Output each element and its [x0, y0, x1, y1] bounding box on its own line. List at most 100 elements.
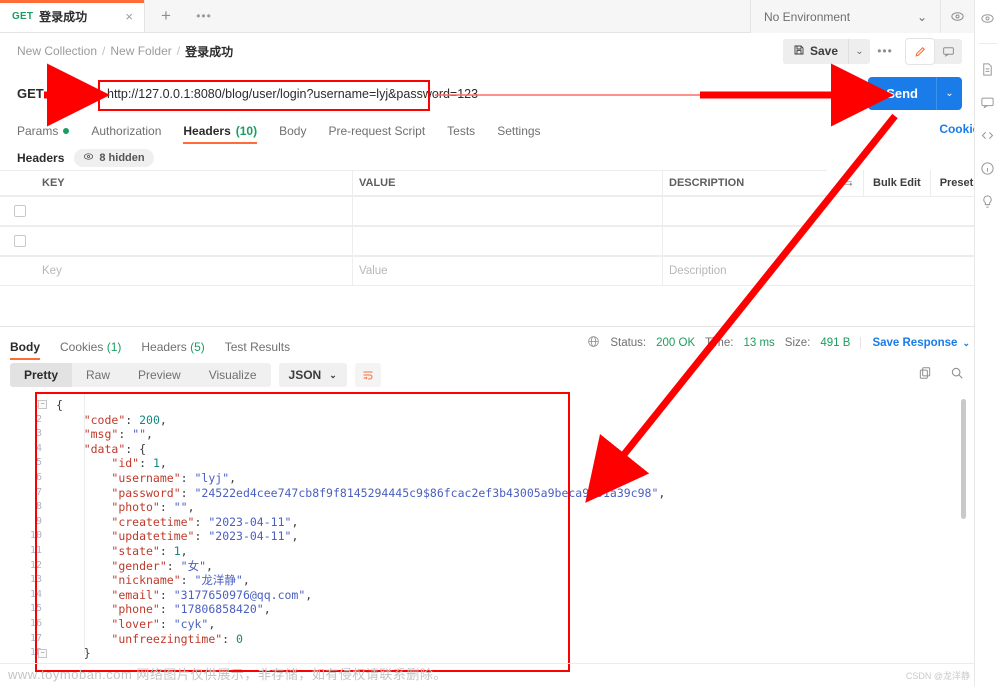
- response-body-code[interactable]: { "code": 200, "msg": "", "data": { "id"…: [56, 398, 954, 661]
- table-row[interactable]: [0, 226, 974, 256]
- response-scrollbar[interactable]: [961, 399, 966, 519]
- tab-settings[interactable]: Settings: [497, 124, 540, 144]
- postman-window: GET 登录成功 × + ••• No Environment ⌄ New Co…: [0, 0, 1000, 686]
- edit-pencil-icon[interactable]: [906, 38, 934, 64]
- line-number: 15: [29, 603, 42, 615]
- save-dropdown-chevron-down-icon[interactable]: ⌄: [848, 38, 870, 64]
- fold-toggle-icon[interactable]: −: [38, 649, 47, 658]
- code-icon[interactable]: [980, 127, 996, 143]
- row-description-cell[interactable]: [662, 197, 974, 225]
- row-checkbox-cell[interactable]: [0, 235, 40, 247]
- response-view-controls: Pretty Raw Preview Visualize JSON ⌄: [10, 363, 381, 387]
- info-icon[interactable]: [980, 160, 996, 176]
- response-tab-test-results[interactable]: Test Results: [225, 340, 290, 360]
- checkbox-icon[interactable]: [14, 205, 26, 217]
- line-number-gutter: 123456789101112131415161718: [0, 393, 48, 665]
- line-number: 13: [29, 574, 42, 586]
- reorder-columns-icon[interactable]: [833, 170, 863, 196]
- tab-body[interactable]: Body: [279, 124, 306, 144]
- chevron-down-icon: ⌄: [329, 369, 337, 380]
- code-line: "unfreezingtime": 0: [111, 631, 243, 646]
- new-tab-button[interactable]: +: [145, 0, 187, 32]
- hidden-headers-badge[interactable]: 8 hidden: [74, 149, 154, 167]
- code-line: "gender": "女",: [111, 558, 213, 573]
- url-input[interactable]: http://127.0.0.1:8080/blog/user/login?us…: [93, 77, 858, 111]
- size-label: Size:: [784, 337, 811, 349]
- view-pretty[interactable]: Pretty: [10, 363, 73, 387]
- pane-divider[interactable]: [0, 326, 974, 327]
- breadcrumb-collection[interactable]: New Collection: [17, 44, 97, 58]
- http-method-selector[interactable]: GET: [17, 77, 93, 111]
- line-number: 3: [35, 428, 42, 440]
- save-response-label: Save Response: [872, 337, 958, 349]
- code-line: "password": "24522ed4cee747cb8f9f8145294…: [111, 485, 666, 500]
- breadcrumb-separator: /: [176, 44, 181, 58]
- copy-icon[interactable]: [918, 366, 932, 385]
- comment-icon[interactable]: [980, 94, 996, 110]
- save-button[interactable]: Save: [782, 38, 848, 64]
- request-actions: Save ⌄ •••: [782, 38, 962, 64]
- environment-selector[interactable]: No Environment ⌄: [750, 0, 940, 33]
- tab-options-icon[interactable]: •••: [187, 0, 221, 32]
- code-line: "state": 1,: [111, 543, 188, 558]
- breadcrumb-request: 登录成功: [185, 44, 234, 59]
- tab-pre-request-script[interactable]: Pre-request Script: [328, 124, 425, 144]
- chevron-down-icon: ⌄: [916, 9, 927, 24]
- tab-tests[interactable]: Tests: [447, 124, 475, 144]
- code-line: "createtime": "2023-04-11",: [111, 514, 299, 529]
- save-response-button[interactable]: Save Response ⌄: [860, 337, 970, 349]
- response-meta: Status: 200 OK Time: 13 ms Size: 491 B S…: [587, 335, 970, 351]
- row-value-cell[interactable]: [352, 197, 662, 225]
- tab-params[interactable]: Params: [17, 124, 70, 144]
- new-value-input[interactable]: Value: [352, 257, 662, 285]
- comment-icon[interactable]: [934, 39, 962, 64]
- code-line: "id": 1,: [111, 456, 167, 471]
- save-icon: [793, 44, 805, 59]
- response-tabs: Body Cookies (1) Headers (5) Test Result…: [0, 334, 660, 360]
- view-visualize[interactable]: Visualize: [195, 363, 271, 387]
- tab-headers-label: Headers: [183, 124, 231, 138]
- new-key-input[interactable]: Key: [40, 265, 352, 277]
- send-button[interactable]: Send: [868, 77, 936, 110]
- new-description-input[interactable]: Description: [662, 257, 974, 285]
- row-description-cell[interactable]: [662, 227, 974, 255]
- code-line: "code": 200,: [83, 412, 167, 427]
- breadcrumb-folder[interactable]: New Folder: [110, 44, 171, 58]
- documentation-icon[interactable]: [980, 61, 996, 77]
- size-value: 491 B: [820, 337, 851, 349]
- request-tabs: Params Authorization Headers (10) Body P…: [0, 118, 974, 144]
- request-tab-login[interactable]: GET 登录成功 ×: [0, 0, 145, 32]
- response-format-selector[interactable]: JSON ⌄: [278, 363, 347, 387]
- tab-title: 登录成功: [39, 9, 88, 24]
- eye-icon[interactable]: [980, 10, 996, 26]
- wrap-lines-icon[interactable]: [354, 363, 381, 387]
- row-value-cell[interactable]: [352, 227, 662, 255]
- response-tab-cookies[interactable]: Cookies (1): [60, 340, 121, 360]
- response-tab-body[interactable]: Body: [10, 340, 40, 360]
- view-raw[interactable]: Raw: [72, 363, 124, 387]
- tab-authorization[interactable]: Authorization: [91, 124, 161, 144]
- row-checkbox-cell[interactable]: [0, 205, 40, 217]
- response-tab-headers[interactable]: Headers (5): [141, 340, 204, 360]
- more-actions-icon[interactable]: •••: [870, 39, 900, 64]
- headers-subheader: Headers 8 hidden: [0, 146, 974, 170]
- lightbulb-icon[interactable]: [980, 193, 996, 209]
- chevron-down-icon: ⌄: [962, 337, 970, 348]
- close-icon[interactable]: ×: [122, 9, 136, 24]
- search-icon[interactable]: [950, 366, 964, 385]
- line-number: 8: [35, 501, 42, 513]
- response-body-viewer[interactable]: 123456789101112131415161718 { "code": 20…: [0, 393, 974, 665]
- tab-strip: GET 登录成功 × + ••• No Environment ⌄: [0, 0, 974, 33]
- fold-toggle-icon[interactable]: −: [38, 400, 47, 409]
- bulk-edit-button[interactable]: Bulk Edit: [863, 170, 930, 196]
- tab-headers[interactable]: Headers (10): [183, 124, 257, 144]
- code-line: "lover": "cyk",: [111, 616, 216, 631]
- view-preview[interactable]: Preview: [124, 363, 195, 387]
- eye-icon: [83, 151, 94, 165]
- checkbox-icon[interactable]: [14, 235, 26, 247]
- send-options-chevron-down-icon[interactable]: ⌄: [936, 77, 962, 110]
- view-mode-toggle: [906, 38, 962, 64]
- environment-quicklook-eye-icon[interactable]: [940, 0, 974, 33]
- table-row-placeholder[interactable]: Key Value Description: [0, 256, 974, 286]
- table-row[interactable]: [0, 196, 974, 226]
